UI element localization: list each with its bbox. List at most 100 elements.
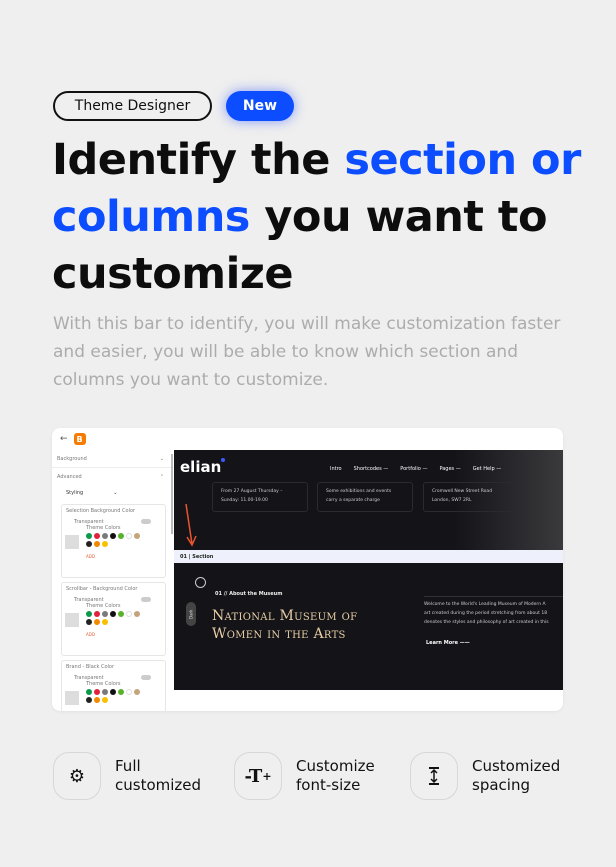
color-panel: Brand - Black Color Transparent Theme Co… [61,660,166,711]
transparent-toggle[interactable] [141,597,151,602]
color-dot[interactable] [86,611,92,617]
color-swatch[interactable] [65,613,79,627]
add-color-button[interactable]: ADD [86,632,95,637]
color-dot[interactable] [126,689,132,695]
learn-more-link[interactable]: Learn More —— [426,640,470,646]
site-logo[interactable]: elian [180,458,226,476]
nav-item[interactable]: Intro [330,466,342,472]
nav-item[interactable]: Shortcodes — [354,466,389,472]
color-dot[interactable] [86,619,92,625]
theme-color-dots [86,689,146,703]
color-dot[interactable] [86,533,92,539]
color-dot[interactable] [118,689,124,695]
color-dot[interactable] [102,697,108,703]
section-identifier-bar[interactable]: 01 | Section [174,550,563,563]
theme-colors-label: Theme Colors [86,681,121,687]
color-dot[interactable] [110,533,116,539]
color-dot[interactable] [134,611,140,617]
panel-title: Selection Background Color [66,508,136,514]
blogger-logo-icon: B [73,433,86,445]
color-dot[interactable] [94,541,100,547]
info-line: Some exhibitions and events [326,489,392,494]
nav-item[interactable]: Portfolio — [400,466,427,472]
page-title: Identify the section or columns you want… [52,132,612,303]
feature-label: Customized [472,757,561,775]
para-line: Welcome to the World's Leading Museum of… [424,602,546,607]
feature-label: Full [115,757,141,775]
color-dot[interactable] [94,533,100,539]
sidebar-scrollbar[interactable] [171,454,173,534]
color-dot[interactable] [110,689,116,695]
para-line: denotes the styles and philosophy of art… [424,620,549,625]
title-part: Identify the [52,135,345,185]
color-dot[interactable] [110,611,116,617]
color-dot[interactable] [134,533,140,539]
info-line: Sunday: 11.00-19.00 [221,498,268,503]
feature-full-customized: ⚙ Full customized [53,752,201,800]
eyebrow: 01 // About the Museum [215,591,283,597]
nav-item[interactable]: Pages — [439,466,460,472]
museum-paragraph: Welcome to the World's Leading Museum of… [424,600,563,627]
info-box: Some exhibitions and events carry a separ… [317,482,413,512]
panel-title: Scrollbar - Background Color [66,586,138,592]
editor-sidebar: Background ⌄ Advanced ⌃ Styling ⌄ Selection… [52,450,174,711]
styling-select[interactable]: Styling ⌄ [66,486,174,500]
color-dot[interactable] [102,611,108,617]
dark-mode-toggle[interactable]: Dark [186,602,196,626]
info-box: From 27 August Thursday – Sunday: 11.00-1… [212,482,308,512]
transparent-toggle[interactable] [141,519,151,524]
theme-designer-badge: Theme Designer [53,91,212,121]
color-dot[interactable] [102,689,108,695]
feature-label: font-size [296,776,361,794]
color-dot[interactable] [94,619,100,625]
color-swatch[interactable] [65,691,79,705]
info-line: carry a separate charge [326,498,380,503]
color-panel: Selection Background Color Transparent T… [61,504,166,578]
title-line: National Museum of [212,608,358,624]
feature-label: customized [115,776,202,794]
nav-item[interactable]: Get Help — [473,466,502,472]
spacing-icon [410,752,458,800]
para-line: art created during the period stretching… [424,611,548,616]
chevron-up-icon: ⌃ [159,474,164,480]
logo-text: elian [180,458,222,476]
sidebar-item-background[interactable]: Background ⌄ [52,450,174,468]
feature-font-size: -T + Customize font-size [234,752,375,800]
site-preview: elian Intro Shortcodes — Portfolio — Pag… [174,450,563,690]
color-swatch[interactable] [65,535,79,549]
add-color-button[interactable]: ADD [86,554,95,559]
color-dot[interactable] [118,611,124,617]
feature-label: Customize [296,757,375,775]
label: Styling [66,490,84,496]
title-line: Women in the Arts [212,626,346,642]
info-line: From 27 August Thursday – [221,489,283,494]
color-dot[interactable] [102,541,108,547]
color-dot[interactable] [94,697,100,703]
feature-label: spacing [472,776,530,794]
color-dot[interactable] [126,533,132,539]
color-dot[interactable] [86,541,92,547]
color-panel: Scrollbar - Background Color Transparent… [61,582,166,656]
color-dot[interactable] [86,689,92,695]
museum-title: National Museum of Women in the Arts [212,607,357,643]
gear-icon: ⚙ [53,752,101,800]
color-dot[interactable] [94,611,100,617]
arrow-down-icon [185,503,197,547]
label: Advanced [57,474,82,480]
feature-spacing: Customized spacing [410,752,560,800]
site-nav: Intro Shortcodes — Portfolio — Pages — G… [330,466,501,472]
sidebar-item-advanced[interactable]: Advanced ⌃ [52,468,174,486]
color-dot[interactable] [118,533,124,539]
color-dot[interactable] [102,619,108,625]
info-box: Cromwell New Street Road London, SW7 2RL [423,482,519,512]
color-dot[interactable] [102,533,108,539]
back-arrow-icon[interactable]: ← [60,434,68,444]
transparent-toggle[interactable] [141,675,151,680]
chevron-down-icon: ⌄ [113,490,118,496]
info-line: London, SW7 2RL [432,498,472,503]
color-dot[interactable] [86,697,92,703]
color-dot[interactable] [126,611,132,617]
color-dot[interactable] [94,689,100,695]
color-dot[interactable] [134,689,140,695]
theme-colors-label: Theme Colors [86,525,121,531]
